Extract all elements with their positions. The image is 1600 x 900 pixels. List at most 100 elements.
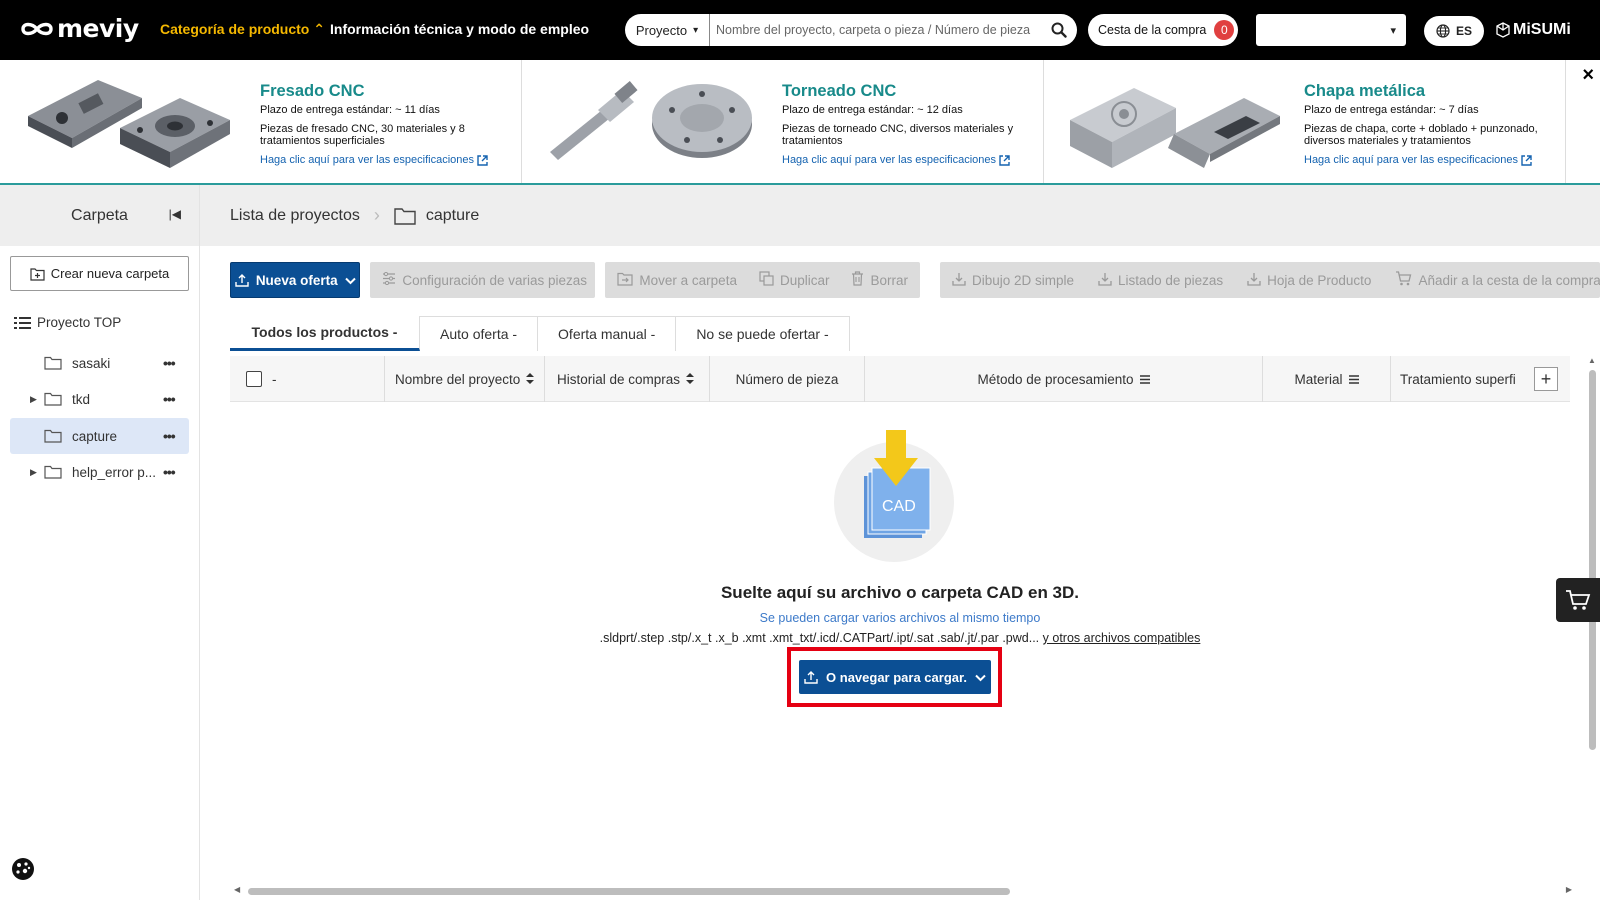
external-link-icon	[1521, 154, 1532, 166]
more-options-icon[interactable]: •••	[163, 391, 189, 407]
search-button[interactable]	[1041, 14, 1077, 46]
promo-banner: Fresado CNC Plazo de entrega estándar: ~…	[0, 60, 1600, 185]
new-quote-button[interactable]: Nueva oferta	[230, 262, 361, 298]
tab-auto-quote[interactable]: Auto oferta -	[420, 316, 539, 351]
sidebar-item-sasaki[interactable]: sasaki •••	[10, 345, 189, 381]
sidebar-item-help-error[interactable]: ▶ help_error p... •••	[10, 454, 189, 490]
promo-spec-link[interactable]: Haga clic aquí para ver las especificaci…	[260, 154, 515, 166]
create-folder-button[interactable]: Crear nueva carpeta	[10, 256, 189, 291]
simple-2d-drawing-button[interactable]: Dibujo 2D simple	[952, 272, 1074, 289]
download-icon	[1098, 272, 1112, 289]
promo-link-text: Haga clic aquí para ver las especificaci…	[782, 154, 997, 166]
cad-drop-zone[interactable]: CAD Suelte aquí su archivo o carpeta CAD…	[230, 420, 1570, 720]
action-toolbar: Nueva oferta Configuración de varias pie…	[230, 262, 1600, 298]
nav-product-category[interactable]: Categoría de producto ⌃	[160, 21, 325, 38]
more-options-icon[interactable]: •••	[163, 355, 189, 371]
cookie-settings-icon[interactable]	[10, 856, 36, 882]
nav-technical-info[interactable]: Información técnica y modo de empleo	[330, 21, 589, 37]
search-input[interactable]	[710, 15, 1041, 45]
column-part-number[interactable]: Número de pieza	[709, 356, 864, 402]
table-header: - Nombre del proyecto Historial de compr…	[230, 356, 1570, 402]
cnc-turning-parts-image	[550, 80, 752, 160]
product-filter-tabs: Todos los productos - Auto oferta - Ofer…	[230, 316, 850, 351]
tab-all-products[interactable]: Todos los productos -	[230, 316, 420, 351]
folder-icon	[44, 465, 62, 479]
cad-file-icon	[864, 430, 931, 538]
floating-cart-button[interactable]	[1556, 578, 1600, 622]
external-link-icon	[999, 154, 1010, 166]
select-all-label: -	[272, 371, 277, 387]
scroll-thumb[interactable]	[1589, 370, 1596, 750]
duplicate-button[interactable]: Duplicar	[759, 271, 829, 289]
column-surface-treatment[interactable]: Tratamiento superfi	[1390, 356, 1530, 402]
add-to-cart-button[interactable]: Añadir a la cesta de la compra	[1395, 271, 1600, 289]
promo-cnc-milling[interactable]: Fresado CNC Plazo de entrega estándar: ~…	[0, 60, 522, 183]
expand-caret-icon[interactable]: ▶	[30, 394, 44, 405]
promo-lead-time: Plazo de entrega estándar: ~ 12 días	[782, 104, 963, 116]
add-column-button[interactable]: +	[1534, 367, 1558, 391]
search-scope-value: Proyecto	[635, 22, 688, 38]
collapse-sidebar-icon[interactable]: |◀	[169, 207, 181, 221]
select-all-checkbox[interactable]	[246, 371, 262, 387]
column-project-name[interactable]: Nombre del proyecto	[384, 356, 544, 402]
more-options-icon[interactable]: •••	[163, 464, 189, 480]
column-processing-method[interactable]: Método de procesamiento	[864, 356, 1262, 402]
misumi-cube-icon	[1496, 22, 1510, 38]
language-switch[interactable]: ES	[1424, 16, 1484, 46]
parts-list-button[interactable]: Listado de piezas	[1098, 272, 1223, 289]
promo-sheet-metal[interactable]: Chapa metálica Plazo de entrega estándar…	[1044, 60, 1566, 183]
promo-spec-link[interactable]: Haga clic aquí para ver las especificaci…	[782, 154, 1037, 166]
new-quote-label: Nueva oferta	[255, 272, 338, 288]
external-link-icon	[477, 154, 488, 166]
sidebar-item-capture[interactable]: capture •••	[10, 418, 189, 454]
sheet-metal-parts-image	[1070, 88, 1280, 168]
browse-label: O navegar para cargar.	[826, 669, 967, 685]
promo-link-text: Haga clic aquí para ver las especificaci…	[1304, 154, 1519, 166]
scroll-up-arrow-icon[interactable]: ▲	[1588, 356, 1596, 365]
column-purchase-history[interactable]: Historial de compras	[544, 356, 709, 402]
move-to-folder-button[interactable]: Mover a carpeta	[617, 272, 737, 289]
scroll-thumb[interactable]	[248, 888, 1010, 895]
tree-root-project-top[interactable]: Proyecto TOP	[14, 315, 121, 330]
globe-icon	[1436, 24, 1450, 38]
folder-label: help_error p...	[72, 464, 157, 480]
meviy-logo[interactable]: meviy	[20, 14, 139, 43]
cart-button[interactable]: Cesta de la compra 0	[1088, 14, 1238, 46]
cnc-milling-parts-image	[28, 80, 230, 168]
account-select[interactable]: ▾	[1256, 14, 1406, 46]
export-actions-group: Dibujo 2D simple Listado de piezas Hoja …	[940, 262, 1600, 298]
meviy-logo-icon	[21, 22, 53, 35]
compatible-files-link[interactable]: y otros archivos compatibles	[1043, 631, 1201, 645]
promo-spec-link[interactable]: Haga clic aquí para ver las especificaci…	[1304, 154, 1559, 166]
horizontal-scrollbar[interactable]: ◀ ▶	[232, 885, 1572, 896]
scroll-left-arrow-icon[interactable]: ◀	[234, 885, 240, 894]
more-options-icon[interactable]: •••	[163, 428, 189, 444]
expand-caret-icon[interactable]: ▶	[30, 467, 44, 478]
sidebar-item-tkd[interactable]: ▶ tkd •••	[10, 381, 189, 417]
highlight-box: O navegar para cargar.	[787, 647, 1002, 707]
delete-button[interactable]: Borrar	[851, 271, 908, 289]
promo-cnc-turning[interactable]: Torneado CNC Plazo de entrega estándar: …	[522, 60, 1044, 183]
promo-lead-time: Plazo de entrega estándar: ~ 11 días	[260, 104, 440, 116]
close-icon[interactable]: ×	[1582, 65, 1594, 85]
product-sheet-button[interactable]: Hoja de Producto	[1247, 272, 1371, 289]
tab-manual-quote[interactable]: Oferta manual -	[538, 316, 677, 351]
sort-icon	[526, 372, 535, 387]
parts-list-label: Listado de piezas	[1118, 272, 1224, 288]
sidebar-header: Carpeta |◀	[0, 185, 199, 246]
misumi-logo[interactable]: MiSUMi	[1496, 21, 1571, 39]
multi-config-label: Configuración de varias piezas	[402, 272, 588, 288]
column-label: Nombre del proyecto	[395, 371, 521, 387]
tab-not-quotable[interactable]: No se puede ofertar -	[676, 316, 850, 351]
search-scope-select[interactable]: Proyecto ▾	[625, 14, 710, 46]
breadcrumb-root[interactable]: Lista de proyectos	[230, 207, 360, 225]
supported-formats: .sldprt/.step .stp/.x_t .x_b .xmt .xmt_t…	[230, 631, 1570, 645]
tree-root-label: Proyecto TOP	[37, 315, 122, 330]
column-material[interactable]: Material	[1262, 356, 1390, 402]
promo-title: Fresado CNC	[260, 82, 365, 100]
multi-config-button[interactable]: Configuración de varias piezas	[382, 271, 588, 288]
browse-upload-button[interactable]: O navegar para cargar.	[799, 660, 991, 694]
scroll-right-arrow-icon[interactable]: ▶	[1566, 885, 1572, 894]
column-label: Método de procesamiento	[977, 371, 1134, 387]
promo-link-text: Haga clic aquí para ver las especificaci…	[260, 154, 475, 166]
